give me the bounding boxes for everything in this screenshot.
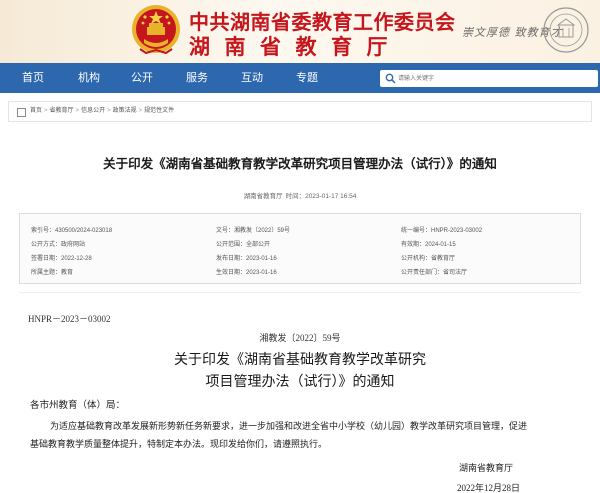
info-effective-date: 生效日期：2023-01-16 <box>216 270 277 276</box>
breadcrumb-separator: > <box>138 108 143 114</box>
nav-item-interaction[interactable]: 互动 <box>241 63 263 93</box>
document-salutation: 各市州教育（体）局： <box>30 400 126 411</box>
document-number: HNPR－2023－03002 <box>28 314 111 324</box>
document-body-line2: 基础教育教学质量整体提升，特制定本办法。现印发给你们，请遵照执行。 <box>30 440 328 450</box>
home-icon <box>17 108 26 117</box>
info-uniform-no: 统一编号：HNPR-2023-03002 <box>401 228 483 234</box>
document-body-line1: 为适应基础教育改革发展新形势新任务新要求，进一步加强和改进全省中小学校（幼儿园）… <box>50 422 528 432</box>
info-publish-date: 发布日期：2023-01-16 <box>216 256 277 262</box>
department-title: 湖南省教育厅 <box>189 35 402 59</box>
info-open-agency: 公开机构：省教育厅 <box>401 256 456 262</box>
info-responsible-office: 公开责任部门：省司法厅 <box>401 270 468 276</box>
info-doc-no: 文号：湘教发〔2022〕59号 <box>216 228 291 234</box>
breadcrumb-item-disclosure[interactable]: 信息公开 <box>81 102 105 121</box>
info-subject: 所属主题：教育 <box>31 270 74 276</box>
site-header: 中共湖南省委教育工作委员会 湖南省教育厅 崇文厚德 致教育才 <box>0 0 600 63</box>
breadcrumb: 首页 > 省教育厅 > 信息公开 > 政策法规 > 规范性文件 <box>8 101 592 122</box>
breadcrumb-item-policy[interactable]: 政策法规 <box>113 102 137 121</box>
article-time-label: 时间： <box>285 193 306 200</box>
search-box <box>380 70 598 87</box>
breadcrumb-trail: 首页 > 省教育厅 > 信息公开 > 政策法规 > 规范性文件 <box>30 102 174 121</box>
search-input[interactable] <box>398 70 594 87</box>
breadcrumb-item-department[interactable]: 省教育厅 <box>50 102 74 121</box>
document-title-line2: 项目管理办法（试行）》的通知 <box>205 374 395 390</box>
article-time: 2023-01-17 16:54 <box>305 193 357 200</box>
breadcrumb-item-home[interactable]: 首页 <box>30 102 42 121</box>
info-open-method: 公开方式：政府网站 <box>31 242 86 248</box>
info-validity-date: 有效期：2024-01-15 <box>401 242 456 248</box>
content-divider <box>19 292 581 293</box>
article-title: 关于印发《湖南省基础教育教学改革研究项目管理办法（试行）》的通知 <box>103 156 497 171</box>
university-seal-icon <box>543 7 589 53</box>
document-issue-date: 2022年12月28日 <box>457 483 521 493</box>
article-meta: 湖南省教育厅 时间：2023-01-17 16:54 <box>0 190 600 200</box>
info-open-scope: 公开范围：全部公开 <box>216 242 271 248</box>
nav-item-topics[interactable]: 专题 <box>296 63 318 93</box>
info-sign-date: 签署日期：2022-12-28 <box>31 256 92 262</box>
document-info-table: 索引号：430500/2024-023018 文号：湘教发〔2022〕59号 统… <box>19 213 581 284</box>
nav-item-services[interactable]: 服务 <box>186 63 208 93</box>
article-source: 湖南省教育厅 <box>243 193 283 200</box>
national-emblem-icon[interactable] <box>130 3 182 57</box>
nav-item-institutions[interactable]: 机构 <box>78 63 100 93</box>
breadcrumb-separator: > <box>44 108 48 114</box>
breadcrumb-separator: > <box>107 108 111 114</box>
nav-item-home[interactable]: 首页 <box>22 63 44 93</box>
search-icon[interactable] <box>385 73 396 84</box>
document-reference: 湘教发〔2022〕59号 <box>259 333 341 343</box>
info-index-no: 索引号：430500/2024-023018 <box>31 228 113 234</box>
breadcrumb-item-normative[interactable]: 规范性文件 <box>144 102 174 121</box>
nav-item-disclosure[interactable]: 公开 <box>131 63 153 93</box>
breadcrumb-separator: > <box>75 108 80 114</box>
document-issuer: 湖南省教育厅 <box>459 464 514 474</box>
document-title-line1: 关于印发《湖南省基础教育教学改革研究 <box>174 352 426 368</box>
